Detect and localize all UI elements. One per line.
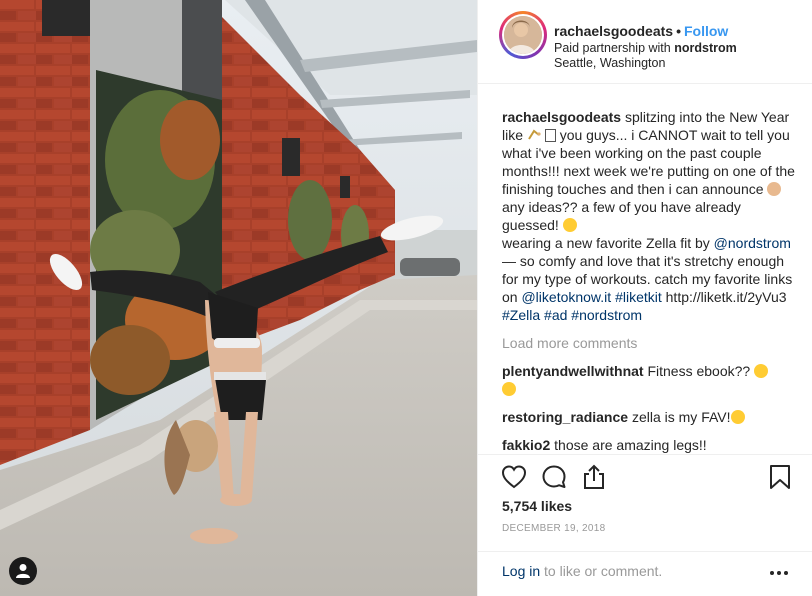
unknown-glyph-icon [544, 129, 556, 142]
caption-text: any ideas?? a few of you have already gu… [502, 199, 741, 233]
heart-icon[interactable] [500, 463, 528, 491]
comment-text: zella is my FAV! [631, 409, 731, 425]
user-tag-button[interactable] [9, 557, 37, 585]
likes-count[interactable]: 5,754 likes [502, 498, 572, 514]
comments-area: rachaelsgoodeats splitzing into the New … [502, 108, 798, 454]
person-emoji-icon [767, 182, 782, 196]
header-line: rachaelsgoodeats • Follow [554, 22, 728, 40]
share-icon[interactable] [580, 463, 608, 491]
follow-button[interactable]: Follow [684, 23, 728, 39]
caption-url: http://liketk.it/2yVu3 [665, 289, 787, 305]
comment-username[interactable]: plentyandwellwithnat [502, 363, 644, 379]
load-more-comments-button[interactable]: Load more comments [502, 334, 798, 352]
comment-username[interactable]: fakkio2 [502, 437, 550, 453]
partnership-line: Paid partnership with nordstrom [554, 40, 737, 56]
user-tag-icon [16, 564, 30, 578]
header-username[interactable]: rachaelsgoodeats [554, 23, 673, 39]
caption: rachaelsgoodeats splitzing into the New … [502, 108, 798, 324]
heart-eyes-emoji-icon [502, 382, 516, 396]
post-header: rachaelsgoodeats • Follow Paid partnership… [478, 0, 812, 84]
location-link[interactable]: Seattle, Washington [554, 55, 665, 71]
comment-item: fakkio2 those are amazing legs!! [502, 436, 798, 454]
comment-text: Fitness ebook?? [647, 363, 751, 379]
smile-emoji-icon [562, 218, 577, 232]
caption-text: wearing a new favorite Zella fit by [502, 235, 710, 251]
hashtag-link[interactable]: #liketkit [615, 289, 662, 305]
post-date[interactable]: DECEMBER 19, 2018 [502, 523, 605, 534]
smirk-emoji-icon [754, 364, 769, 378]
mention-link[interactable]: @nordstrom [714, 235, 791, 251]
partnership-label: Paid partnership with [554, 41, 671, 55]
comment-username[interactable]: restoring_radiance [502, 409, 628, 425]
login-link[interactable]: Log in [502, 563, 540, 579]
mention-link[interactable]: @liketoknow.it [521, 289, 611, 305]
dot-separator: • [676, 23, 681, 39]
post-sidebar: rachaelsgoodeats • Follow Paid partnership… [477, 0, 812, 596]
hashtag-link[interactable]: #nordstrom [571, 307, 642, 323]
comment-item: restoring_radiance zella is my FAV! [502, 408, 798, 426]
caption-username[interactable]: rachaelsgoodeats [502, 109, 621, 125]
login-prompt-text: to like or comment. [544, 563, 663, 579]
gymnast-emoji-icon [528, 129, 541, 140]
more-options-icon[interactable] [769, 570, 789, 576]
comment-text: those are amazing legs!! [554, 437, 707, 453]
speech-bubble-icon[interactable] [540, 463, 568, 491]
hashtag-link[interactable]: #Zella [502, 307, 540, 323]
heart-eyes-emoji-icon [730, 410, 745, 424]
hashtag-link[interactable]: #ad [544, 307, 567, 323]
post-actions: 5,754 likes DECEMBER 19, 2018 [478, 454, 812, 564]
bookmark-icon[interactable] [766, 463, 794, 491]
photo-scene [0, 0, 477, 596]
partner-link[interactable]: nordstrom [674, 41, 737, 55]
comment-item: plentyandwellwithnat Fitness ebook?? [502, 362, 798, 398]
post-footer: Log in to like or comment. [478, 551, 812, 596]
login-prompt: Log in to like or comment. [502, 563, 662, 579]
post-photo[interactable] [0, 0, 477, 596]
avatar[interactable] [499, 11, 547, 59]
